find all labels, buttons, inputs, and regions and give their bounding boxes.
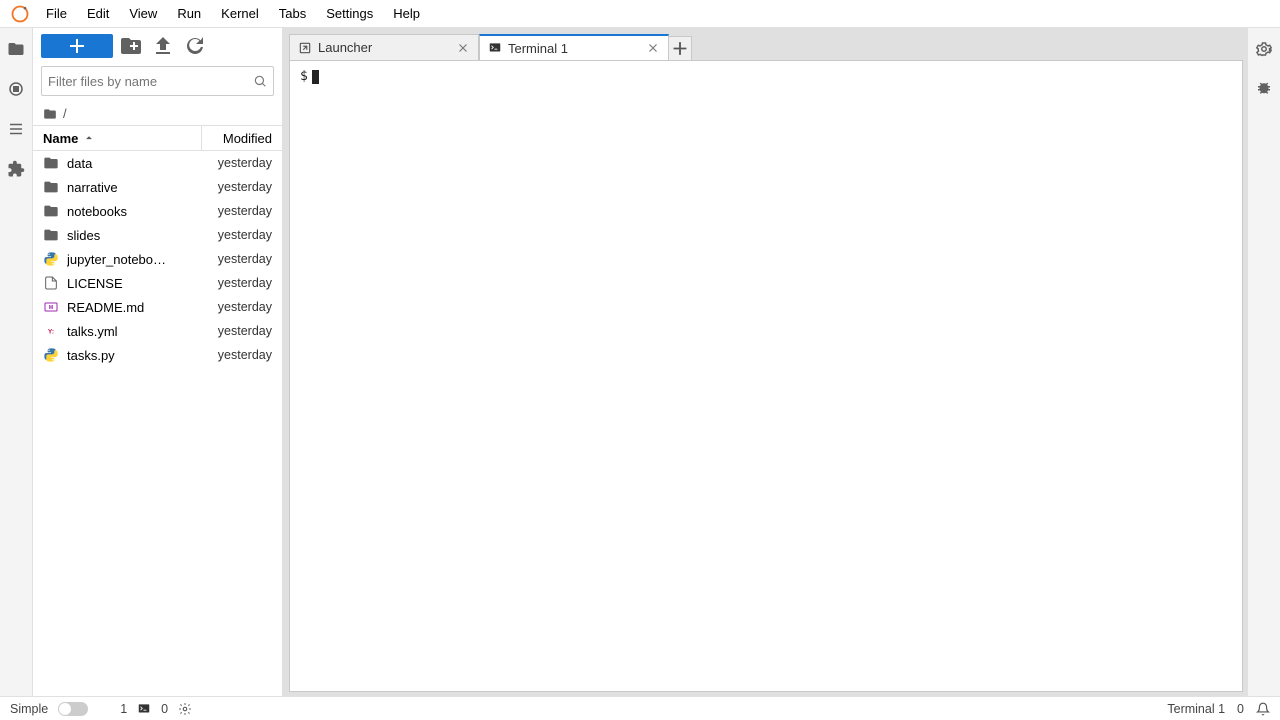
menu-file[interactable]: File bbox=[36, 2, 77, 25]
folder-icon bbox=[43, 203, 59, 219]
file-row[interactable]: narrativeyesterday bbox=[33, 175, 282, 199]
new-folder-icon[interactable] bbox=[117, 34, 145, 58]
menu-kernel[interactable]: Kernel bbox=[211, 2, 269, 25]
toc-icon[interactable] bbox=[7, 120, 25, 138]
terminal-count: 0 bbox=[161, 702, 168, 716]
menubar: FileEditViewRunKernelTabsSettingsHelp bbox=[0, 0, 1280, 28]
header-name[interactable]: Name bbox=[33, 126, 202, 150]
new-launcher-button[interactable] bbox=[41, 34, 113, 58]
file-name: jupyter_notebo… bbox=[67, 252, 200, 267]
extensions-icon[interactable] bbox=[7, 160, 25, 178]
menu-settings[interactable]: Settings bbox=[316, 2, 383, 25]
file-row[interactable]: Y: talks.ymlyesterday bbox=[33, 319, 282, 343]
mode-label: Simple bbox=[10, 702, 48, 716]
file-name: tasks.py bbox=[67, 348, 200, 363]
debug-icon[interactable] bbox=[1255, 80, 1273, 98]
svg-text:M: M bbox=[49, 305, 54, 311]
file-name: slides bbox=[67, 228, 200, 243]
menu-run[interactable]: Run bbox=[167, 2, 211, 25]
file-row[interactable]: datayesterday bbox=[33, 151, 282, 175]
file-browser-toolbar bbox=[33, 28, 282, 64]
folder-icon[interactable] bbox=[7, 40, 25, 58]
file-modified: yesterday bbox=[200, 300, 272, 314]
file-modified: yesterday bbox=[200, 228, 272, 242]
file-modified: yesterday bbox=[200, 252, 272, 266]
file-name: talks.yml bbox=[67, 324, 200, 339]
header-modified[interactable]: Modified bbox=[202, 131, 282, 146]
terminal-prompt: $ bbox=[300, 69, 308, 84]
filter-input[interactable] bbox=[48, 74, 253, 89]
md-icon: M bbox=[43, 299, 59, 315]
close-icon[interactable] bbox=[456, 41, 470, 55]
file-modified: yesterday bbox=[200, 348, 272, 362]
tab-launcher[interactable]: Launcher bbox=[289, 34, 479, 60]
refresh-icon[interactable] bbox=[181, 34, 209, 58]
file-name: notebooks bbox=[67, 204, 200, 219]
menu-edit[interactable]: Edit bbox=[77, 2, 119, 25]
statusbar: Simple 1 0 Terminal 1 0 bbox=[0, 696, 1280, 720]
menu-view[interactable]: View bbox=[119, 2, 167, 25]
file-name: narrative bbox=[67, 180, 200, 195]
bell-icon[interactable] bbox=[1256, 702, 1270, 716]
folder-icon bbox=[43, 227, 59, 243]
tab-label: Terminal 1 bbox=[508, 41, 568, 56]
new-tab-button[interactable] bbox=[668, 36, 692, 60]
menu-tabs[interactable]: Tabs bbox=[269, 2, 316, 25]
file-row[interactable]: LICENSEyesterday bbox=[33, 271, 282, 295]
file-browser: / Name Modified datayesterdaynarrativeye… bbox=[33, 28, 283, 696]
upload-icon[interactable] bbox=[149, 34, 177, 58]
folder-icon bbox=[43, 107, 57, 121]
file-row[interactable]: jupyter_notebo…yesterday bbox=[33, 247, 282, 271]
tab-terminal-1[interactable]: Terminal 1 bbox=[479, 34, 669, 60]
menu-help[interactable]: Help bbox=[383, 2, 430, 25]
property-inspector-icon[interactable] bbox=[1255, 40, 1273, 58]
mode-toggle[interactable] bbox=[58, 702, 88, 716]
terminal-icon bbox=[488, 41, 502, 55]
file-modified: yesterday bbox=[200, 204, 272, 218]
file-name: LICENSE bbox=[67, 276, 200, 291]
activity-bar bbox=[0, 28, 33, 696]
kernel-count: 1 bbox=[120, 702, 127, 716]
status-right-label: Terminal 1 bbox=[1167, 702, 1225, 716]
file-modified: yesterday bbox=[200, 324, 272, 338]
file-list-header: Name Modified bbox=[33, 125, 282, 151]
main-area: / Name Modified datayesterdaynarrativeye… bbox=[0, 28, 1280, 696]
tab-bar: Launcher Terminal 1 bbox=[289, 32, 1243, 60]
py-icon bbox=[43, 251, 59, 267]
file-row[interactable]: M README.mdyesterday bbox=[33, 295, 282, 319]
svg-text:Y:: Y: bbox=[48, 329, 54, 336]
launcher-icon bbox=[298, 41, 312, 55]
file-row[interactable]: tasks.pyyesterday bbox=[33, 343, 282, 367]
tab-label: Launcher bbox=[318, 40, 372, 55]
jupyter-logo-icon bbox=[10, 4, 30, 24]
py-icon bbox=[43, 347, 59, 363]
terminal-status-icon bbox=[137, 702, 151, 716]
file-modified: yesterday bbox=[200, 276, 272, 290]
folder-icon bbox=[43, 179, 59, 195]
search-icon bbox=[253, 74, 267, 88]
file-row[interactable]: notebooksyesterday bbox=[33, 199, 282, 223]
cursor-icon bbox=[312, 70, 319, 84]
file-list: datayesterdaynarrativeyesterdaynotebooks… bbox=[33, 151, 282, 696]
right-activity-bar bbox=[1247, 28, 1280, 696]
file-name: data bbox=[67, 156, 200, 171]
file-modified: yesterday bbox=[200, 156, 272, 170]
yml-icon: Y: bbox=[43, 323, 59, 339]
filter-input-wrapper bbox=[41, 66, 274, 96]
file-name: README.md bbox=[67, 300, 200, 315]
breadcrumb[interactable]: / bbox=[33, 102, 282, 125]
terminal-pane[interactable]: $ bbox=[289, 60, 1243, 692]
work-area: Launcher Terminal 1 $ bbox=[283, 28, 1247, 696]
file-modified: yesterday bbox=[200, 180, 272, 194]
running-icon[interactable] bbox=[7, 80, 25, 98]
status-right-count: 0 bbox=[1237, 702, 1244, 716]
kernel-status-icon bbox=[178, 702, 192, 716]
breadcrumb-path: / bbox=[63, 106, 67, 121]
file-row[interactable]: slidesyesterday bbox=[33, 223, 282, 247]
folder-icon bbox=[43, 155, 59, 171]
close-icon[interactable] bbox=[646, 41, 660, 55]
file-icon bbox=[43, 275, 59, 291]
sort-icon bbox=[82, 131, 96, 145]
